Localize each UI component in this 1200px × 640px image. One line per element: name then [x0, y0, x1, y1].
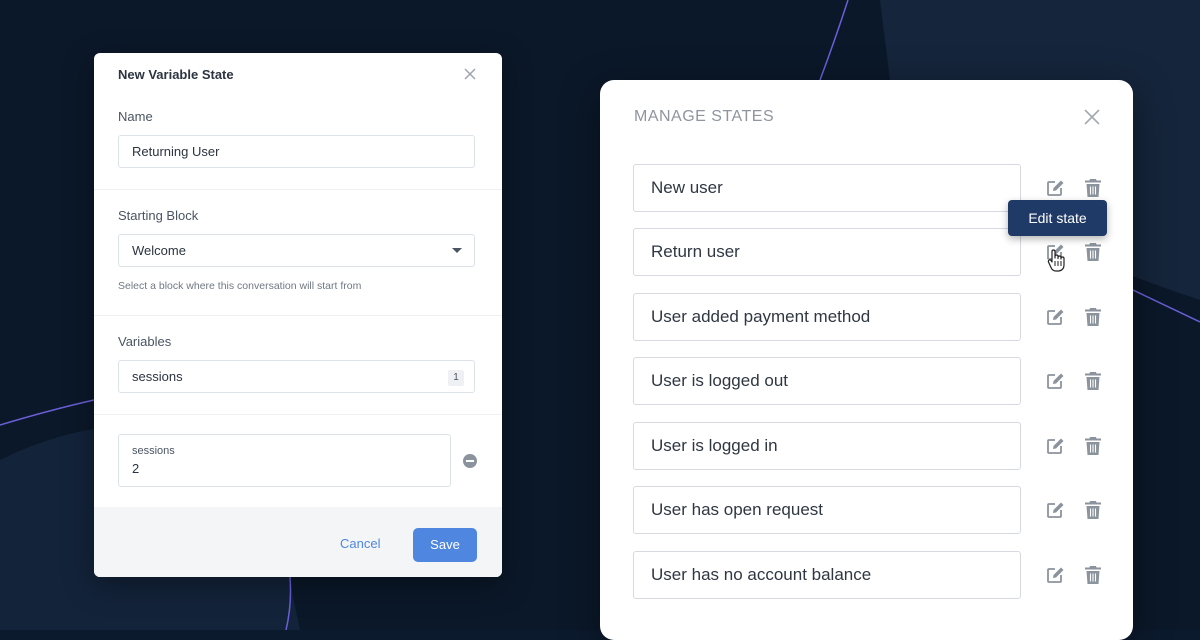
name-label: Name [118, 109, 153, 124]
variables-label: Variables [118, 334, 172, 349]
hand-pointer-icon [1047, 249, 1065, 272]
starting-block-label: Starting Block [118, 208, 199, 223]
state-row: User is logged in [633, 422, 1103, 470]
state-name-field[interactable]: User has open request [633, 486, 1021, 534]
new-variable-state-modal: New Variable State Name Returning User S… [94, 53, 502, 577]
divider [94, 414, 502, 415]
variable-value[interactable]: 2 [132, 461, 139, 476]
name-input[interactable]: Returning User [118, 135, 475, 168]
state-name-field[interactable]: User is logged in [633, 422, 1021, 470]
variable-name: sessions [132, 445, 175, 457]
edit-state-tooltip: Edit state [1008, 200, 1107, 236]
state-row: User has no account balance [633, 551, 1103, 599]
modal-title: New Variable State [118, 67, 234, 82]
trash-icon[interactable] [1084, 371, 1102, 391]
remove-circle-icon[interactable] [463, 454, 477, 468]
edit-icon[interactable] [1046, 436, 1066, 456]
dropdown-caret-icon [452, 248, 462, 253]
variables-count-badge: 1 [448, 370, 464, 386]
trash-icon[interactable] [1084, 500, 1102, 520]
edit-icon[interactable] [1046, 565, 1066, 585]
edit-icon[interactable] [1046, 500, 1066, 520]
state-name-field[interactable]: User has no account balance [633, 551, 1021, 599]
divider [94, 189, 502, 190]
trash-icon[interactable] [1084, 178, 1102, 198]
save-button[interactable]: Save [413, 528, 477, 562]
state-row: User is logged out [633, 357, 1103, 405]
variables-value: sessions [132, 369, 183, 384]
state-row: User has open request [633, 486, 1103, 534]
edit-icon[interactable] [1046, 178, 1066, 198]
divider [94, 315, 502, 316]
edit-icon[interactable] [1046, 371, 1066, 391]
edit-icon[interactable] [1046, 307, 1066, 327]
starting-block-helper: Select a block where this conversation w… [118, 280, 362, 292]
state-name-field[interactable]: User added payment method [633, 293, 1021, 341]
close-icon[interactable] [463, 67, 477, 81]
starting-block-value: Welcome [132, 243, 186, 258]
state-name-field[interactable]: User is logged out [633, 357, 1021, 405]
modal-title: MANAGE STATES [634, 108, 775, 125]
cancel-button[interactable]: Cancel [340, 536, 380, 551]
trash-icon[interactable] [1084, 242, 1102, 262]
variable-value-field[interactable]: sessions 2 [118, 434, 451, 487]
state-row: User added payment method [633, 293, 1103, 341]
state-name-field[interactable]: New user [633, 164, 1021, 212]
starting-block-select[interactable]: Welcome [118, 234, 475, 267]
close-icon[interactable] [1084, 109, 1100, 125]
variables-select[interactable]: sessions 1 [118, 360, 475, 393]
state-name-field[interactable]: Return user [633, 228, 1021, 276]
modal-footer: Cancel Save [94, 507, 502, 577]
trash-icon[interactable] [1084, 565, 1102, 585]
manage-states-modal: MANAGE STATES New user Return user User … [600, 80, 1133, 640]
trash-icon[interactable] [1084, 307, 1102, 327]
trash-icon[interactable] [1084, 436, 1102, 456]
